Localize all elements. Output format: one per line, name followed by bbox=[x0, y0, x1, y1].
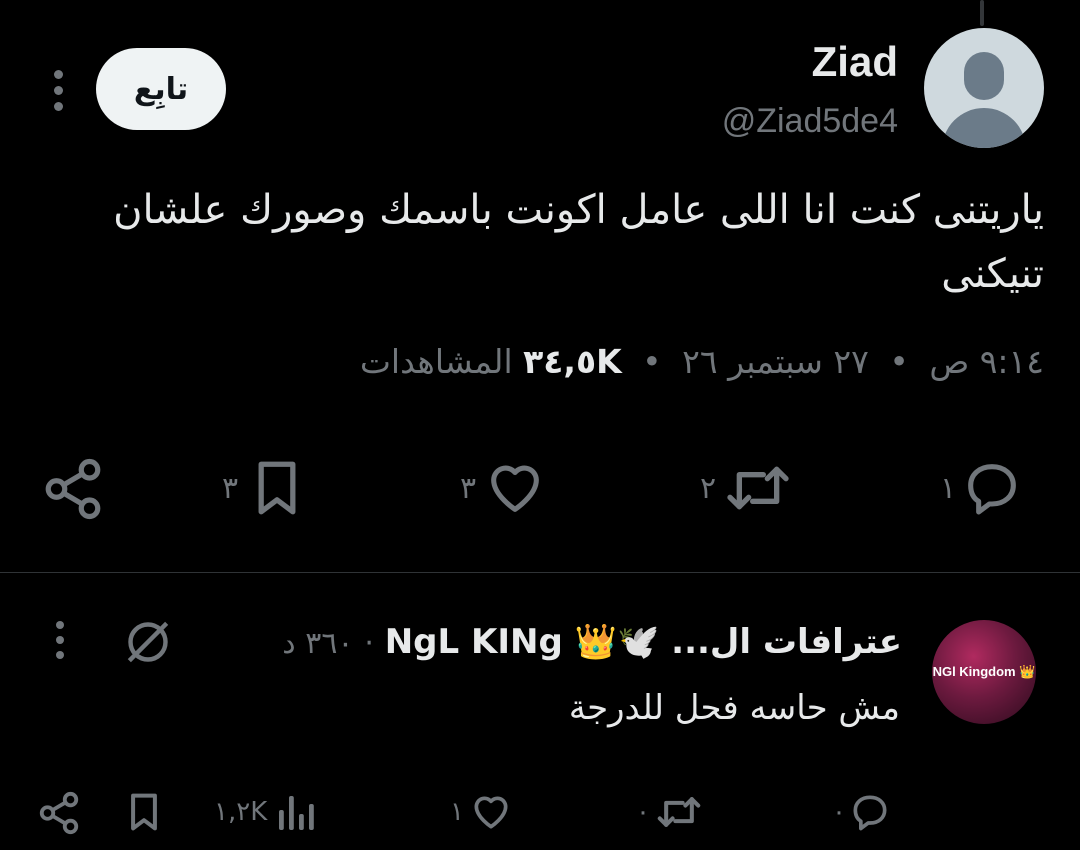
separator-dot: • bbox=[642, 342, 662, 381]
mute-icon[interactable] bbox=[120, 614, 176, 674]
retweet-count: ٢ bbox=[700, 470, 717, 506]
like-count: ٣ bbox=[460, 470, 477, 506]
reply-display-name[interactable]: عترافات ال... 🕊️👑 NgL KINg bbox=[385, 622, 902, 662]
views-button[interactable]: ١,٢K bbox=[214, 790, 317, 834]
like-button[interactable]: ١ bbox=[450, 790, 514, 834]
tweet-text: ياريتنى كنت انا اللى عامل اكونت باسمك وص… bbox=[113, 187, 1044, 297]
reply-icon bbox=[853, 795, 887, 831]
avatar[interactable] bbox=[924, 28, 1044, 148]
reply-time: ٣٦٠ د bbox=[282, 626, 354, 661]
author-handle[interactable]: @Ziad5de4 bbox=[722, 102, 898, 141]
like-button[interactable]: ٣ bbox=[460, 456, 548, 520]
separator-dot: · bbox=[364, 626, 374, 661]
bookmark-button[interactable]: ٣ bbox=[222, 456, 306, 520]
retweet-icon bbox=[727, 466, 789, 510]
thread-connector-line bbox=[980, 0, 984, 26]
more-vertical-icon[interactable] bbox=[50, 621, 70, 659]
share-button[interactable] bbox=[40, 456, 106, 522]
more-vertical-icon[interactable] bbox=[48, 70, 68, 111]
like-icon bbox=[474, 796, 508, 829]
reply-count: ٠ bbox=[832, 797, 846, 827]
divider bbox=[0, 572, 1080, 573]
tweet-metadata: ٩:١٤ ص • ٢٧ سبتمبر ٢٦ • ٣٤,٥K المشاهدات bbox=[344, 342, 1044, 381]
retweet-button[interactable]: ٢ bbox=[700, 456, 794, 520]
avatar-placeholder-body bbox=[942, 108, 1026, 148]
follow-button[interactable]: تابِع bbox=[96, 48, 226, 130]
reply-count: ١ bbox=[940, 470, 957, 506]
separator-dot: • bbox=[889, 342, 909, 381]
like-count: ١ bbox=[450, 797, 464, 827]
bookmark-count: ٣ bbox=[222, 470, 239, 506]
reply-text: مش حاسه فحل للدرجة bbox=[568, 688, 900, 728]
like-icon bbox=[491, 465, 539, 512]
tweet-time: ٩:١٤ ص bbox=[929, 342, 1044, 381]
reply-avatar[interactable]: NGl Kingdom 👑 bbox=[932, 620, 1036, 724]
author-display-name[interactable]: Ziad bbox=[812, 38, 898, 86]
views-count: ٣٤,٥K bbox=[523, 342, 622, 381]
reply-icon bbox=[968, 464, 1016, 515]
views-icon bbox=[279, 796, 315, 830]
retweet-icon bbox=[657, 797, 701, 827]
tweet-date: ٢٧ سبتمبر ٢٦ bbox=[682, 342, 869, 381]
share-icon bbox=[45, 458, 101, 520]
retweet-button[interactable]: ٠ bbox=[636, 790, 704, 834]
bookmark-icon bbox=[131, 793, 157, 831]
views-label: المشاهدات bbox=[359, 342, 513, 381]
reply-avatar-label: NGl Kingdom 👑 bbox=[932, 664, 1036, 679]
bookmark-icon bbox=[258, 461, 296, 515]
reply-button[interactable]: ١ bbox=[940, 456, 1024, 520]
retweet-count: ٠ bbox=[636, 797, 650, 827]
reply-views-count: ١,٢K bbox=[214, 797, 268, 827]
share-icon bbox=[39, 791, 79, 835]
reply-header: عترافات ال... 🕊️👑 NgL KINg · ٣٦٠ د bbox=[202, 612, 902, 674]
share-button[interactable] bbox=[36, 790, 82, 836]
bookmark-button[interactable] bbox=[124, 790, 164, 834]
avatar-placeholder-head bbox=[964, 52, 1004, 100]
reply-button[interactable]: ٠ bbox=[832, 790, 892, 834]
